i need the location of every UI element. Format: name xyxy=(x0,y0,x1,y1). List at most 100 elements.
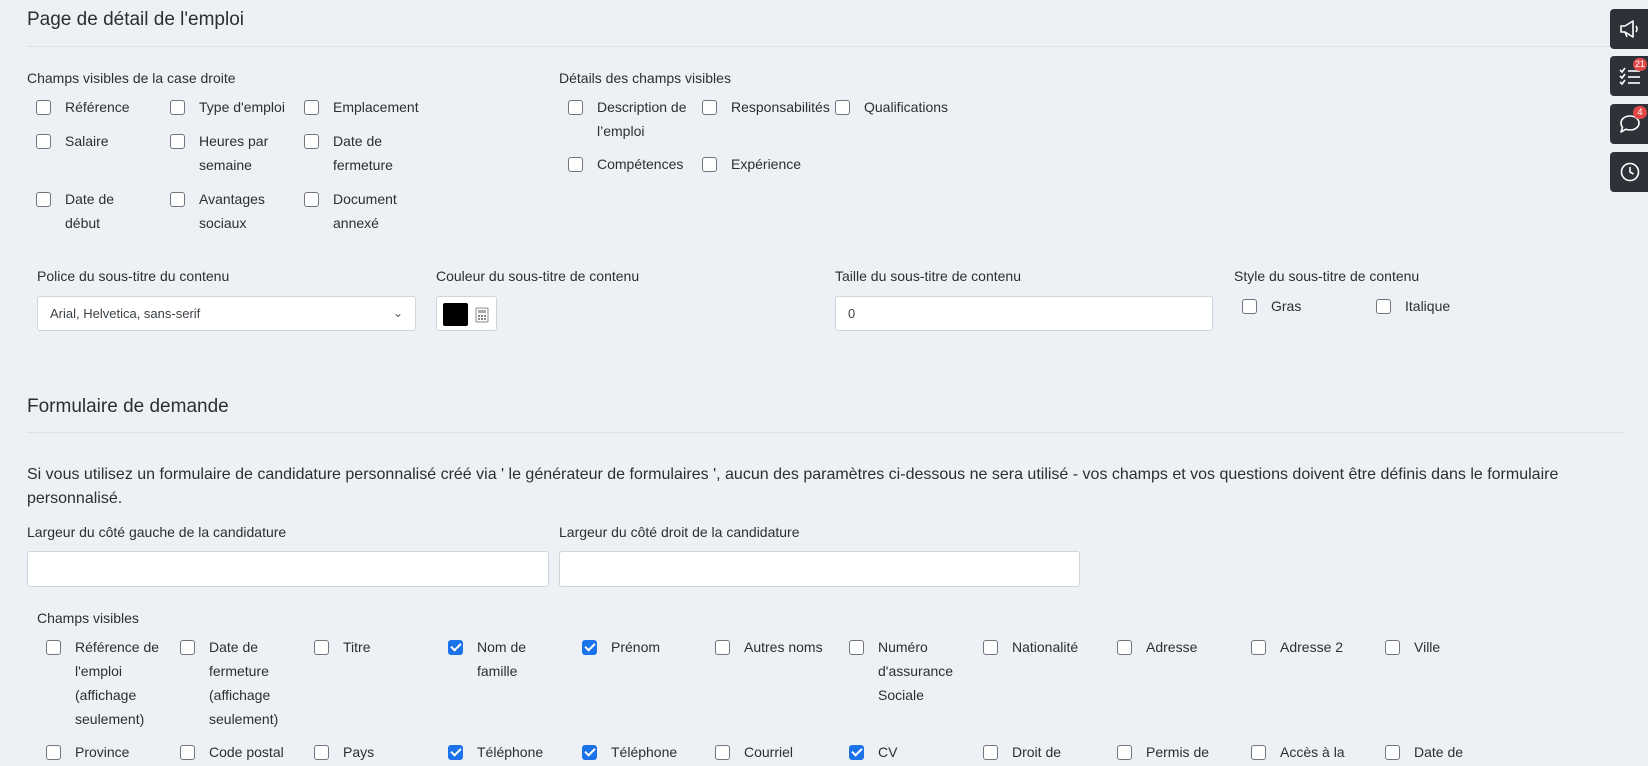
field-checkbox[interactable] xyxy=(1251,745,1266,760)
font-select[interactable]: Arial, Helvetica, sans-serif ⌄ xyxy=(37,296,416,331)
field-checkbox-label: Titre xyxy=(343,639,371,655)
field-checkbox[interactable] xyxy=(448,640,463,655)
divider xyxy=(27,432,1623,433)
field-checkbox[interactable] xyxy=(582,640,597,655)
field-checkbox-label: Nom de famille xyxy=(477,639,527,679)
italic-checkbox[interactable] xyxy=(1376,299,1391,314)
field-checkbox[interactable] xyxy=(180,745,195,760)
field-checkbox-label: Téléphone xyxy=(477,744,544,760)
field-checkbox-label: Référence de l'emploi (affichage seuleme… xyxy=(75,639,160,727)
field-checkbox-label: Description de l’emploi xyxy=(597,99,687,139)
field-checkbox-label: Responsabilités xyxy=(731,99,830,115)
field-checkbox[interactable] xyxy=(36,192,51,207)
field-checkbox[interactable] xyxy=(46,745,61,760)
field-checkbox-label: Date de début xyxy=(65,191,115,231)
field-checkbox-label: Salaire xyxy=(65,133,109,149)
field-checkbox-label: Heures par semaine xyxy=(199,133,269,173)
left-width-input[interactable] xyxy=(27,551,549,587)
field-checkbox[interactable] xyxy=(170,134,185,149)
clock-icon xyxy=(1620,162,1640,182)
field-checkbox[interactable] xyxy=(568,157,583,172)
field-checkbox[interactable] xyxy=(835,100,850,115)
right-width-input[interactable] xyxy=(559,551,1080,587)
field-checkbox[interactable] xyxy=(304,134,319,149)
field-checkbox-label: Adresse xyxy=(1146,639,1198,655)
right-width-label: Largeur du côté droit de la candidature xyxy=(559,524,800,540)
field-checkbox[interactable] xyxy=(1385,745,1400,760)
field-checkbox-label: Qualifications xyxy=(864,99,949,115)
field-checkbox[interactable] xyxy=(304,100,319,115)
divider xyxy=(27,46,1623,47)
messages-count-badge: 4 xyxy=(1633,106,1647,119)
chevron-down-icon: ⌄ xyxy=(392,306,403,320)
field-checkbox-label: Code postal xyxy=(209,744,284,760)
field-checkbox[interactable] xyxy=(582,745,597,760)
field-checkbox-label: Droit de xyxy=(1012,744,1062,760)
custom-form-notice: Si vous utilisez un formulaire de candid… xyxy=(27,466,1559,507)
job-detail-title: Page de détail de l'emploi xyxy=(27,9,244,30)
field-checkbox-label: Province xyxy=(75,744,130,760)
size-label: Taille du sous-titre de contenu xyxy=(835,268,1021,284)
field-checkbox[interactable] xyxy=(702,157,717,172)
field-checkbox-label: Date de xyxy=(1414,744,1464,760)
field-checkbox[interactable] xyxy=(36,100,51,115)
field-checkbox-label: Adresse 2 xyxy=(1280,639,1344,655)
field-checkbox[interactable] xyxy=(849,745,864,760)
field-checkbox[interactable] xyxy=(568,100,583,115)
color-picker[interactable] xyxy=(436,296,497,331)
bold-checkbox[interactable] xyxy=(1242,299,1257,314)
field-checkbox[interactable] xyxy=(46,640,61,655)
field-checkbox[interactable] xyxy=(715,745,730,760)
tasks-button[interactable]: 21 xyxy=(1610,56,1648,96)
field-checkbox[interactable] xyxy=(1385,640,1400,655)
field-checkbox-label: Permis de xyxy=(1146,744,1210,760)
field-checkbox[interactable] xyxy=(170,100,185,115)
field-checkbox[interactable] xyxy=(314,745,329,760)
field-checkbox[interactable] xyxy=(314,640,329,655)
calculator-icon xyxy=(475,307,489,323)
color-swatch xyxy=(443,303,468,326)
left-width-label: Largeur du côté gauche de la candidature xyxy=(27,524,287,540)
field-checkbox-label: CV xyxy=(878,744,898,760)
field-checkbox-label: Pays xyxy=(343,744,375,760)
color-label: Couleur du sous-titre de contenu xyxy=(436,268,640,284)
size-input[interactable]: 0 xyxy=(835,296,1213,331)
field-checkbox[interactable] xyxy=(170,192,185,207)
field-checkbox[interactable] xyxy=(180,640,195,655)
field-checkbox-label: Avantages sociaux xyxy=(199,191,265,231)
size-input-value: 0 xyxy=(848,306,856,321)
field-checkbox[interactable] xyxy=(983,745,998,760)
field-checkbox-label: Courriel xyxy=(744,744,794,760)
field-checkbox-label: Date de fermeture xyxy=(333,133,393,173)
field-checkbox-label: Ville xyxy=(1414,639,1441,655)
visible-fields-label: Champs visibles xyxy=(37,610,139,626)
field-checkbox[interactable] xyxy=(36,134,51,149)
field-checkbox[interactable] xyxy=(1117,640,1132,655)
bold-checkbox-label: Gras xyxy=(1271,298,1302,314)
field-checkbox[interactable] xyxy=(702,100,717,115)
style-label: Style du sous-titre de contenu xyxy=(1234,268,1420,284)
field-checkbox-label: Numéro d'assurance Sociale xyxy=(878,639,954,703)
field-checkbox-label: Expérience xyxy=(731,156,802,172)
field-checkbox[interactable] xyxy=(715,640,730,655)
field-checkbox-label: Autres noms xyxy=(744,639,823,655)
field-checkbox[interactable] xyxy=(1117,745,1132,760)
field-checkbox-label: Téléphone xyxy=(611,744,678,760)
italic-checkbox-label: Italique xyxy=(1405,298,1451,314)
field-checkbox-label: Type d'emploi xyxy=(199,99,285,115)
field-checkbox-label: Compétences xyxy=(597,156,684,172)
field-checkbox[interactable] xyxy=(983,640,998,655)
history-button[interactable] xyxy=(1610,152,1648,192)
announcements-button[interactable] xyxy=(1610,9,1648,49)
font-label: Police du sous-titre du contenu xyxy=(37,268,230,284)
messages-button[interactable]: 4 xyxy=(1610,104,1648,144)
megaphone-icon xyxy=(1620,20,1638,38)
field-checkbox-label: Accès à la xyxy=(1280,744,1345,760)
field-checkbox[interactable] xyxy=(1251,640,1266,655)
field-checkbox-label: Référence xyxy=(65,99,130,115)
field-checkbox[interactable] xyxy=(849,640,864,655)
field-checkbox[interactable] xyxy=(304,192,319,207)
details-fields-label: Détails des champs visibles xyxy=(559,70,731,86)
field-checkbox-label: Nationalité xyxy=(1012,639,1079,655)
field-checkbox[interactable] xyxy=(448,745,463,760)
